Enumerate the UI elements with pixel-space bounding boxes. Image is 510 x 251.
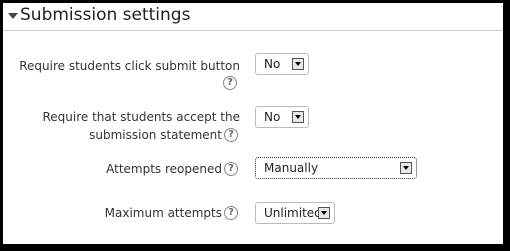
attempts-reopened-label: Attempts reopened bbox=[106, 162, 222, 176]
dropdown-arrow-icon[interactable] bbox=[318, 207, 330, 219]
help-icon[interactable]: ? bbox=[224, 162, 238, 176]
selected-value: Manually bbox=[264, 161, 319, 175]
help-icon[interactable]: ? bbox=[223, 76, 237, 90]
require-click-submit-select[interactable]: No bbox=[255, 53, 309, 75]
require-click-submit-label: Require students click submit button bbox=[19, 59, 240, 73]
selected-value: Unlimited bbox=[264, 206, 322, 220]
maximum-attempts-select[interactable]: Unlimited bbox=[255, 202, 335, 224]
attempts-reopened-select[interactable]: Manually bbox=[255, 157, 417, 179]
require-accept-statement-select[interactable]: No bbox=[255, 106, 309, 128]
dropdown-arrow-icon[interactable] bbox=[292, 111, 304, 123]
header-divider bbox=[3, 30, 503, 31]
section-header[interactable]: Submission settings bbox=[3, 3, 503, 31]
dropdown-arrow-icon[interactable] bbox=[400, 162, 412, 174]
collapse-triangle-icon[interactable] bbox=[8, 13, 18, 19]
selected-value: No bbox=[264, 110, 281, 124]
help-icon[interactable]: ? bbox=[224, 128, 238, 142]
section-title[interactable]: Submission settings bbox=[20, 5, 190, 25]
dropdown-arrow-icon[interactable] bbox=[292, 58, 304, 70]
maximum-attempts-label: Maximum attempts bbox=[104, 206, 222, 220]
selected-value: No bbox=[264, 57, 281, 71]
help-icon[interactable]: ? bbox=[224, 206, 238, 220]
require-accept-statement-label-line2: submission statement bbox=[89, 128, 222, 142]
require-accept-statement-label-line1: Require that students accept the bbox=[42, 110, 241, 124]
settings-panel: Submission settings Require students cli… bbox=[3, 3, 503, 244]
